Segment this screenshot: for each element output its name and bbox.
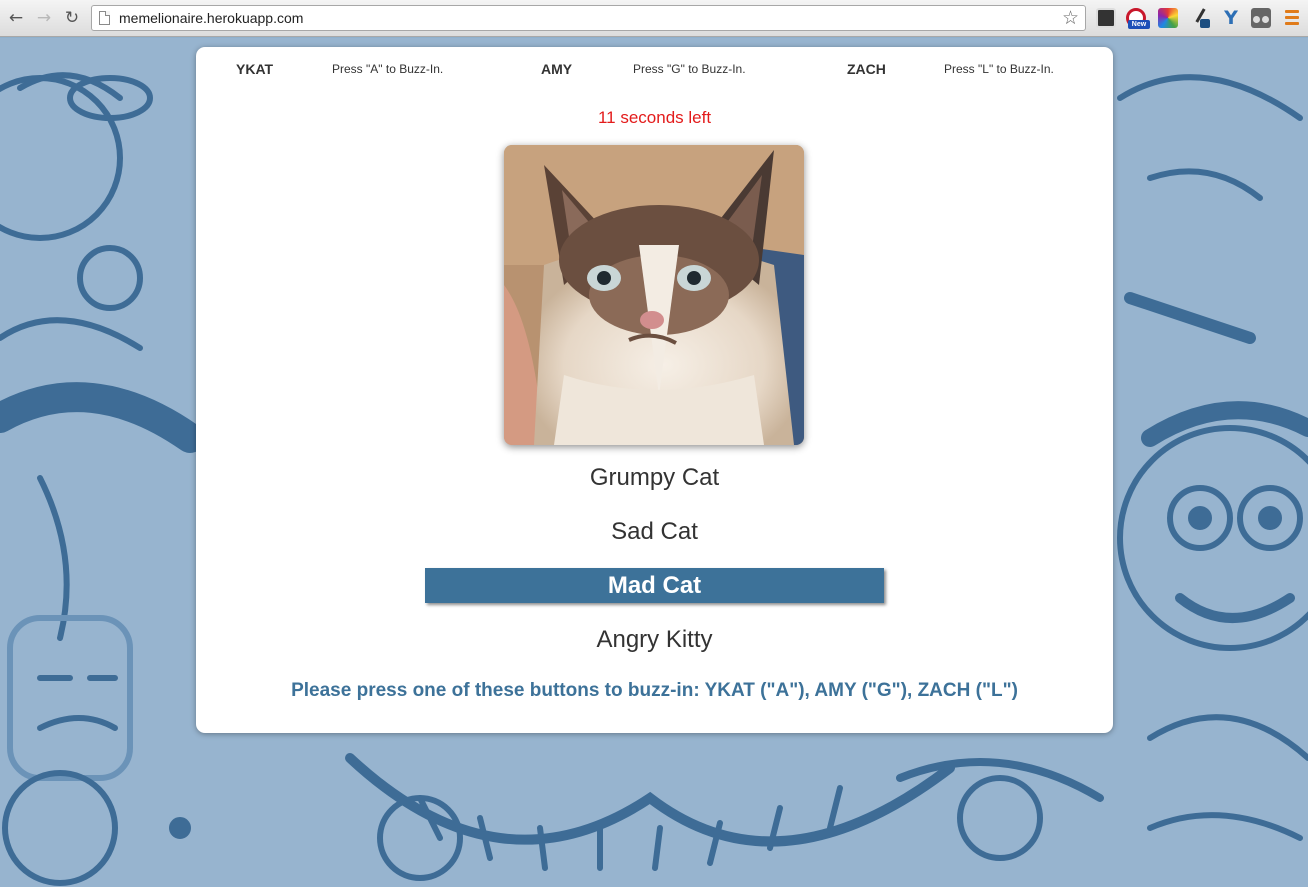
address-bar[interactable]: memelionaire.herokuapp.com ☆ xyxy=(91,5,1086,31)
browser-toolbar: ← → ↻ memelionaire.herokuapp.com ☆ New Y xyxy=(0,0,1308,37)
player-name-amy: AMY xyxy=(541,61,573,77)
answer-option-angry-kitty[interactable]: Angry Kitty xyxy=(425,622,884,657)
screen-capture-icon[interactable] xyxy=(1096,8,1116,28)
answer-option-grumpy-cat[interactable]: Grumpy Cat xyxy=(425,460,884,495)
y-icon[interactable]: Y xyxy=(1221,8,1241,28)
page-icon xyxy=(99,11,110,25)
incognito-icon[interactable] xyxy=(1251,8,1271,28)
player-name-zach: ZACH xyxy=(847,61,886,77)
answer-option-sad-cat[interactable]: Sad Cat xyxy=(425,514,884,549)
game-panel: YKAT Press "A" to Buzz-In. AMY Press "G"… xyxy=(196,47,1113,733)
eyedropper-icon[interactable] xyxy=(1190,8,1210,28)
hamburger-menu-icon[interactable] xyxy=(1285,10,1299,26)
star-icon[interactable]: ☆ xyxy=(1062,7,1079,29)
url-text[interactable]: memelionaire.herokuapp.com xyxy=(119,10,303,26)
player-name-ykat: YKAT xyxy=(236,61,274,77)
countdown-timer: 11 seconds left xyxy=(597,108,712,127)
player-hint-amy: Press "G" to Buzz-In. xyxy=(633,62,746,76)
color-picker-icon[interactable] xyxy=(1158,8,1178,28)
back-arrow-icon[interactable]: ← xyxy=(5,7,27,29)
grumpy-cat-photo xyxy=(504,145,804,445)
new-badge: New xyxy=(1128,20,1150,29)
buzz-in-instructions: Please press one of these buttons to buz… xyxy=(291,680,1018,701)
forward-arrow-icon[interactable]: → xyxy=(33,7,55,29)
answer-option-mad-cat[interactable]: Mad Cat xyxy=(425,568,884,603)
notification-icon[interactable]: New xyxy=(1126,8,1150,29)
player-hint-zach: Press "L" to Buzz-In. xyxy=(944,62,1054,76)
player-hint-ykat: Press "A" to Buzz-In. xyxy=(332,62,444,76)
reload-icon[interactable]: ↻ xyxy=(61,7,83,29)
